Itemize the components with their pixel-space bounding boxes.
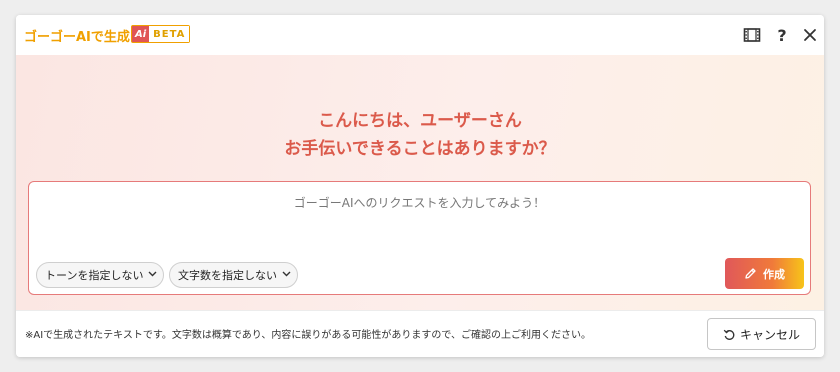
length-select[interactable]: 文字数を指定しない <box>169 262 298 288</box>
greeting-line-2: お手伝いできることはありますか？ <box>284 139 556 159</box>
ai-generate-dialog: ゴーゴーAIで生成 Ai BETA ? こんにちは、ユーザーさん お手伝いできる… <box>16 15 824 357</box>
greeting-line-1: こんにちは、ユーザーさん <box>318 111 522 131</box>
beta-label: BETA <box>149 26 190 42</box>
dialog-header: ゴーゴーAIで生成 Ai BETA ? <box>16 15 824 55</box>
tone-select-label: トーンを指定しない <box>45 269 144 282</box>
undo-icon <box>723 329 735 340</box>
create-button[interactable]: 作成 <box>725 258 804 289</box>
help-icon[interactable]: ? <box>772 25 792 45</box>
cancel-button-label: キャンセル <box>739 327 800 342</box>
film-icon[interactable] <box>742 25 762 45</box>
close-icon[interactable] <box>800 25 820 45</box>
pencil-icon <box>745 268 756 279</box>
length-select-label: 文字数を指定しない <box>178 269 277 282</box>
beta-badge: Ai BETA <box>131 25 191 43</box>
chevron-down-icon <box>282 270 291 280</box>
chevron-down-icon <box>148 270 157 280</box>
request-input-placeholder: ゴーゴーAIへのリクエストを入力してみよう！ <box>293 196 546 210</box>
dialog-footer: ※AIで生成されたテキストです。文字数は概算であり、内容に誤りがある可能性があり… <box>16 310 824 357</box>
dialog-title: ゴーゴーAIで生成 <box>24 30 130 45</box>
tone-select[interactable]: トーンを指定しない <box>36 262 165 288</box>
ai-logo-icon: Ai <box>132 26 150 42</box>
greeting: こんにちは、ユーザーさん お手伝いできることはありますか？ <box>16 107 824 163</box>
request-input[interactable]: ゴーゴーAIへのリクエストを入力してみよう！ トーンを指定しない 文字数を指定し… <box>28 181 811 295</box>
cancel-button[interactable]: キャンセル <box>707 318 816 350</box>
disclaimer-text: ※AIで生成されたテキストです。文字数は概算であり、内容に誤りがある可能性があり… <box>25 330 591 341</box>
create-button-label: 作成 <box>763 267 785 281</box>
main-panel: こんにちは、ユーザーさん お手伝いできることはありますか？ ゴーゴーAIへのリク… <box>16 55 824 310</box>
